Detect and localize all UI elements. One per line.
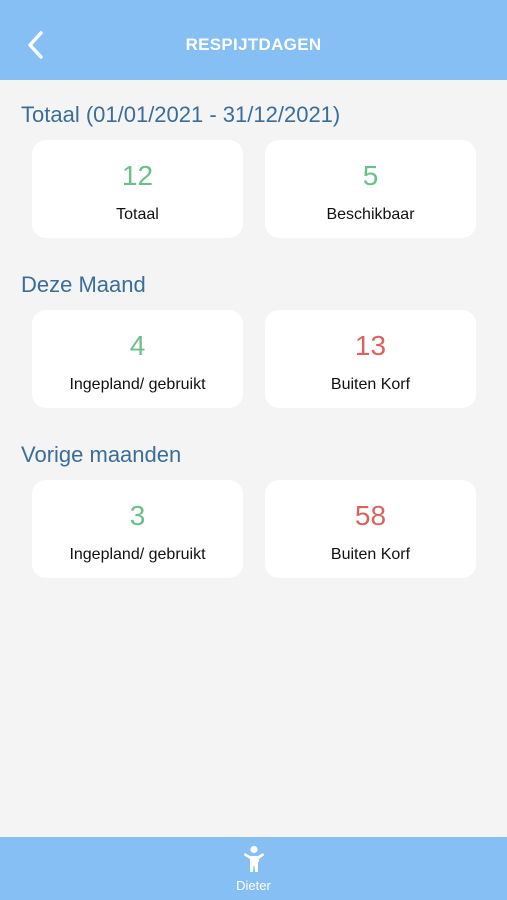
- respijtdagen-screen: RESPIJTDAGEN Totaal (01/01/2021 - 31/12/…: [0, 0, 507, 900]
- bottom-tab-bar: Dieter: [0, 837, 507, 900]
- stat-value: 5: [362, 160, 379, 191]
- page-title: RESPIJTDAGEN: [185, 35, 322, 54]
- stat-card-beschikbaar: 5 Beschikbaar: [265, 140, 476, 238]
- stat-card-buiten-korf-vorige-maanden: 58 Buiten Korf: [265, 480, 476, 578]
- stat-card-ingepland-vorige-maanden: 3 Ingepland/ gebruikt: [32, 480, 243, 578]
- stat-value: 58: [354, 500, 387, 531]
- stat-card-totaal: 12 Totaal: [32, 140, 243, 238]
- stat-label: Ingepland/ gebruikt: [69, 376, 206, 393]
- stat-label: Ingepland/ gebruikt: [69, 546, 206, 563]
- stat-label: Beschikbaar: [326, 206, 415, 223]
- header-bar: RESPIJTDAGEN: [0, 0, 507, 80]
- child-icon: [243, 845, 265, 872]
- tab-dieter[interactable]: Dieter: [0, 837, 507, 900]
- section-title-totaal: Totaal (01/01/2021 - 31/12/2021): [21, 102, 341, 127]
- stat-value: 3: [129, 500, 146, 531]
- stat-card-buiten-korf-deze-maand: 13 Buiten Korf: [265, 310, 476, 408]
- stat-value: 13: [354, 330, 387, 361]
- stat-label: Buiten Korf: [330, 376, 411, 393]
- stat-value: 12: [121, 160, 154, 191]
- stat-label: Buiten Korf: [330, 546, 411, 563]
- section-title-vorige-maanden: Vorige maanden: [21, 442, 182, 467]
- tab-label: Dieter: [236, 878, 271, 893]
- section-title-deze-maand: Deze Maand: [21, 272, 146, 297]
- stat-card-ingepland-deze-maand: 4 Ingepland/ gebruikt: [32, 310, 243, 408]
- stat-value: 4: [129, 330, 146, 361]
- stat-label: Totaal: [116, 206, 159, 223]
